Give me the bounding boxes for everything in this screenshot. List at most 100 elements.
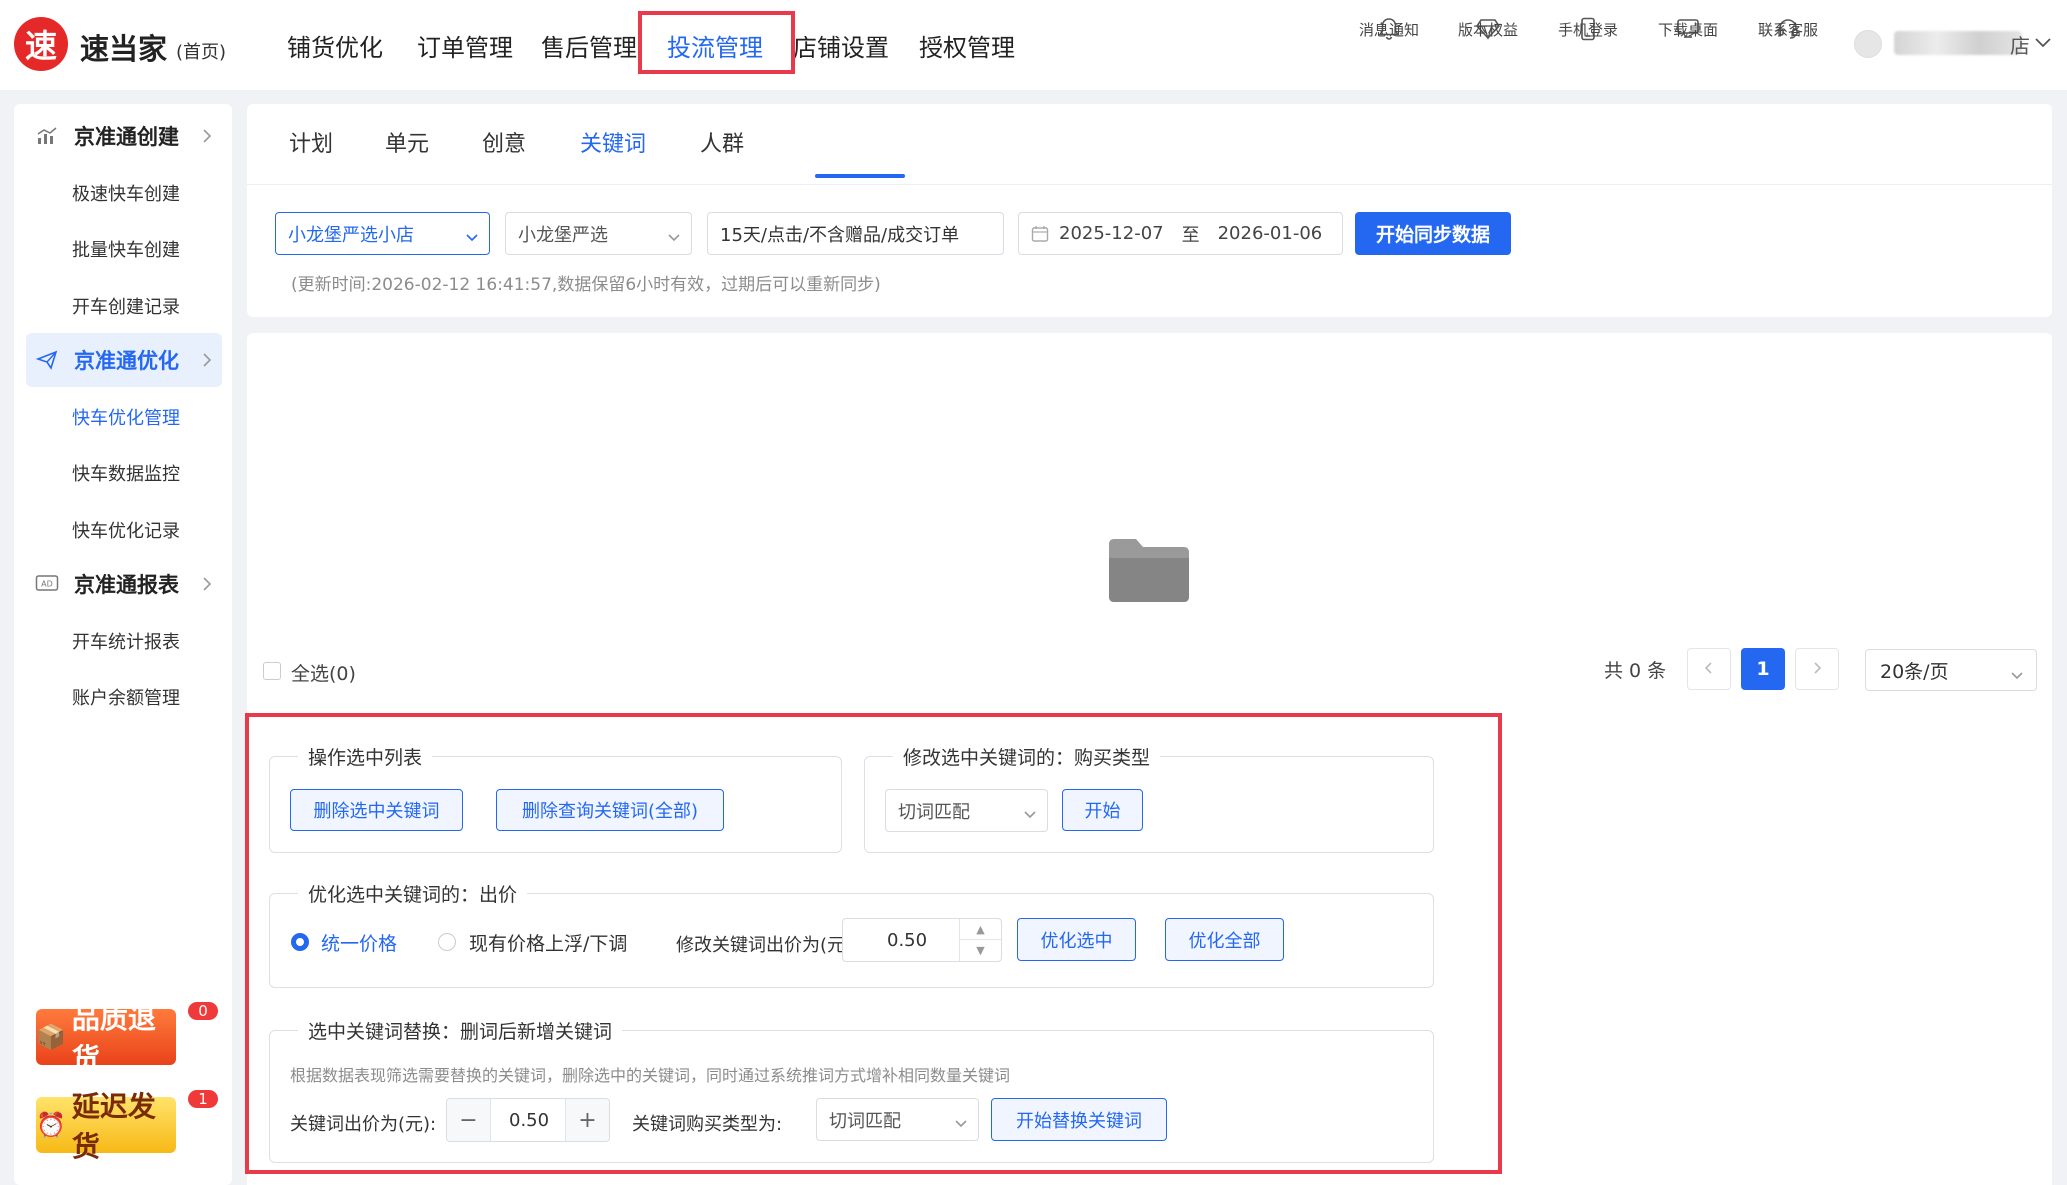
promo-label: 延迟发货: [71, 1090, 156, 1163]
fieldset-title: 修改选中关键词的：购买类型: [893, 743, 1161, 770]
nav-item-traffic-management[interactable]: 投流管理: [650, 0, 780, 90]
optimize-selected-button[interactable]: 优化选中: [1017, 918, 1136, 961]
filter-card: 计划 单元 创意 关键词 人群 小龙堡严选小店 小龙堡严选 15天/点击/不含赠…: [247, 104, 2052, 317]
promo-label: 品质退货: [71, 1002, 156, 1075]
date-start[interactable]: 2025-12-07: [1059, 223, 1164, 244]
nav-item-after-sales[interactable]: 售后管理: [524, 0, 654, 90]
fieldset-match-type: 修改选中关键词的：购买类型 切词匹配 开始: [864, 743, 1434, 853]
page-number-current[interactable]: 1: [1741, 648, 1785, 690]
ad-icon: AD: [34, 574, 60, 594]
fieldset-bid-optimize: 优化选中关键词的：出价 统一价格 现有价格上浮/下调 修改关键词出价为(元): …: [269, 880, 1434, 988]
logo-icon[interactable]: 速: [14, 17, 68, 71]
tool-customer-service[interactable]: 联系客服: [1743, 14, 1833, 74]
bid-price-spinner[interactable]: ▲ ▼: [959, 919, 1001, 961]
nav-item-store-settings[interactable]: 店铺设置: [776, 0, 906, 90]
content-background: [1504, 715, 2052, 1185]
bid-price-input[interactable]: 0.50 ▲ ▼: [842, 918, 1002, 962]
start-replace-keywords-button[interactable]: 开始替换关键词: [991, 1098, 1167, 1141]
tool-version-benefits[interactable]: 版本权益: [1443, 14, 1533, 74]
radio-uniform-price-label[interactable]: 统一价格: [321, 929, 397, 956]
promo-quality-return[interactable]: 📦 品质退货: [36, 1002, 176, 1075]
sidebar-item-batch-create[interactable]: 批量快车创建: [72, 236, 180, 262]
select-all-checkbox[interactable]: [263, 662, 281, 680]
sidebar-group-create[interactable]: 京准通创建: [26, 109, 222, 163]
chevron-down-icon[interactable]: [2034, 34, 2052, 53]
page-size-select[interactable]: 20条/页: [1865, 649, 2037, 691]
send-icon: [34, 350, 60, 370]
metric-select[interactable]: 15天/点击/不含赠品/成交订单: [707, 212, 1004, 255]
promo-badge-count: 1: [186, 1088, 220, 1110]
sidebar-item-create-records[interactable]: 开车创建记录: [72, 293, 180, 319]
fieldset-title: 优化选中关键词的：出价: [298, 880, 528, 907]
replace-hint: 根据数据表现筛选需要替换的关键词，删除选中的关键词，同时通过系统推词方式增补相同…: [290, 1066, 1011, 1085]
select-all-label[interactable]: 全选(0): [291, 659, 356, 686]
sidebar-group-label: 京准通创建: [74, 125, 179, 149]
tab-unit[interactable]: 单元: [385, 126, 429, 158]
tab-creative[interactable]: 创意: [482, 126, 526, 158]
logo-title[interactable]: 速当家: [80, 26, 167, 68]
metric-select-value: 15天/点击/不含赠品/成交订单: [720, 224, 960, 246]
sub-shop-select[interactable]: 小龙堡严选: [505, 212, 692, 255]
nav-item-order-management[interactable]: 订单管理: [400, 0, 530, 90]
date-range-picker[interactable]: 2025-12-07 至 2026-01-06: [1018, 212, 1343, 255]
tool-mobile-login[interactable]: 手机登录: [1543, 14, 1633, 74]
sidebar-item-driving-stats[interactable]: 开车统计报表: [72, 628, 180, 654]
tool-notifications[interactable]: 消息通知: [1344, 14, 1434, 74]
tab-plan[interactable]: 计划: [289, 126, 333, 158]
sidebar-item-quick-optimize-manage[interactable]: 快车优化管理: [72, 404, 180, 430]
user-avatar[interactable]: [1854, 30, 1882, 58]
promo-delayed-shipping[interactable]: ⏰ 延迟发货: [36, 1090, 176, 1163]
apply-match-type-button[interactable]: 开始: [1062, 789, 1143, 831]
replace-bid-stepper[interactable]: − 0.50 +: [446, 1098, 610, 1142]
radio-uniform-price[interactable]: [291, 933, 309, 951]
radio-float-price[interactable]: [438, 933, 456, 951]
user-name-blurred[interactable]: [1894, 31, 2022, 55]
sidebar-group-label: 京准通优化: [74, 349, 179, 373]
match-type-value: 切词匹配: [898, 801, 970, 823]
keyword-operations-panel: 操作选中列表 删除选中关键词 删除查询关键词(全部) 修改选中关键词的：购买类型…: [247, 715, 1504, 1185]
chevron-down-icon: [954, 1113, 968, 1134]
nav-item-authorization[interactable]: 授权管理: [902, 0, 1032, 90]
next-page-button[interactable]: [1795, 648, 1839, 690]
sidebar-item-account-balance[interactable]: 账户余额管理: [72, 684, 180, 710]
plus-icon[interactable]: +: [565, 1099, 609, 1141]
tab-audience[interactable]: 人群: [700, 126, 744, 158]
spinner-down-icon[interactable]: ▼: [960, 940, 1001, 961]
sidebar-group-label: 京准通报表: [74, 573, 179, 597]
user-name-suffix[interactable]: 店: [2010, 30, 2030, 59]
replace-type-select[interactable]: 切词匹配: [816, 1098, 979, 1141]
minus-icon[interactable]: −: [447, 1099, 491, 1141]
keyword-list-card: 全选(0) 共 0 条 1 20条/页: [247, 333, 2052, 715]
tab-keyword[interactable]: 关键词: [580, 126, 646, 158]
tool-label: 消息通知: [1358, 21, 1419, 39]
nav-item-distribution-optimize[interactable]: 铺货优化: [270, 0, 400, 90]
prev-page-button[interactable]: [1687, 648, 1731, 690]
sidebar-group-optimize[interactable]: 京准通优化: [26, 333, 222, 387]
sidebar-item-quick-optimize-records[interactable]: 快车优化记录: [72, 517, 180, 543]
update-time-hint: (更新时间:2026-02-12 16:41:57,数据保留6小时有效，过期后可…: [291, 275, 881, 295]
spinner-up-icon[interactable]: ▲: [960, 919, 1001, 940]
sidebar-group-report[interactable]: AD 京准通报表: [26, 557, 222, 611]
chevron-left-icon: [1704, 660, 1714, 679]
delete-selected-keywords-button[interactable]: 删除选中关键词: [290, 789, 463, 831]
sidebar-item-quick-data-monitor[interactable]: 快车数据监控: [72, 460, 180, 486]
sidebar-item-quick-create[interactable]: 极速快车创建: [72, 180, 180, 206]
shop-select[interactable]: 小龙堡严选小店: [275, 212, 490, 255]
sync-data-button[interactable]: 开始同步数据: [1355, 212, 1511, 255]
match-type-select[interactable]: 切词匹配: [885, 789, 1048, 832]
chevron-down-icon: [667, 227, 681, 248]
logo-home-link[interactable]: (首页): [176, 38, 226, 64]
chevron-right-icon: [1812, 660, 1822, 679]
chevron-down-icon: [2010, 664, 2024, 686]
delete-all-queried-keywords-button[interactable]: 删除查询关键词(全部): [496, 789, 724, 831]
radio-float-price-label[interactable]: 现有价格上浮/下调: [469, 929, 627, 956]
date-end[interactable]: 2026-01-06: [1218, 223, 1323, 244]
tool-download-desktop[interactable]: 下载桌面: [1643, 14, 1733, 74]
chevron-right-icon: [202, 128, 212, 148]
clock-icon: ⏰: [36, 1111, 66, 1139]
fieldset-title: 选中关键词替换：删词后新增关键词: [298, 1017, 623, 1044]
chevron-down-icon: [465, 227, 479, 248]
replace-bid-label: 关键词出价为(元):: [290, 1114, 437, 1135]
chevron-down-icon: [1023, 804, 1037, 825]
optimize-all-button[interactable]: 优化全部: [1165, 918, 1284, 961]
